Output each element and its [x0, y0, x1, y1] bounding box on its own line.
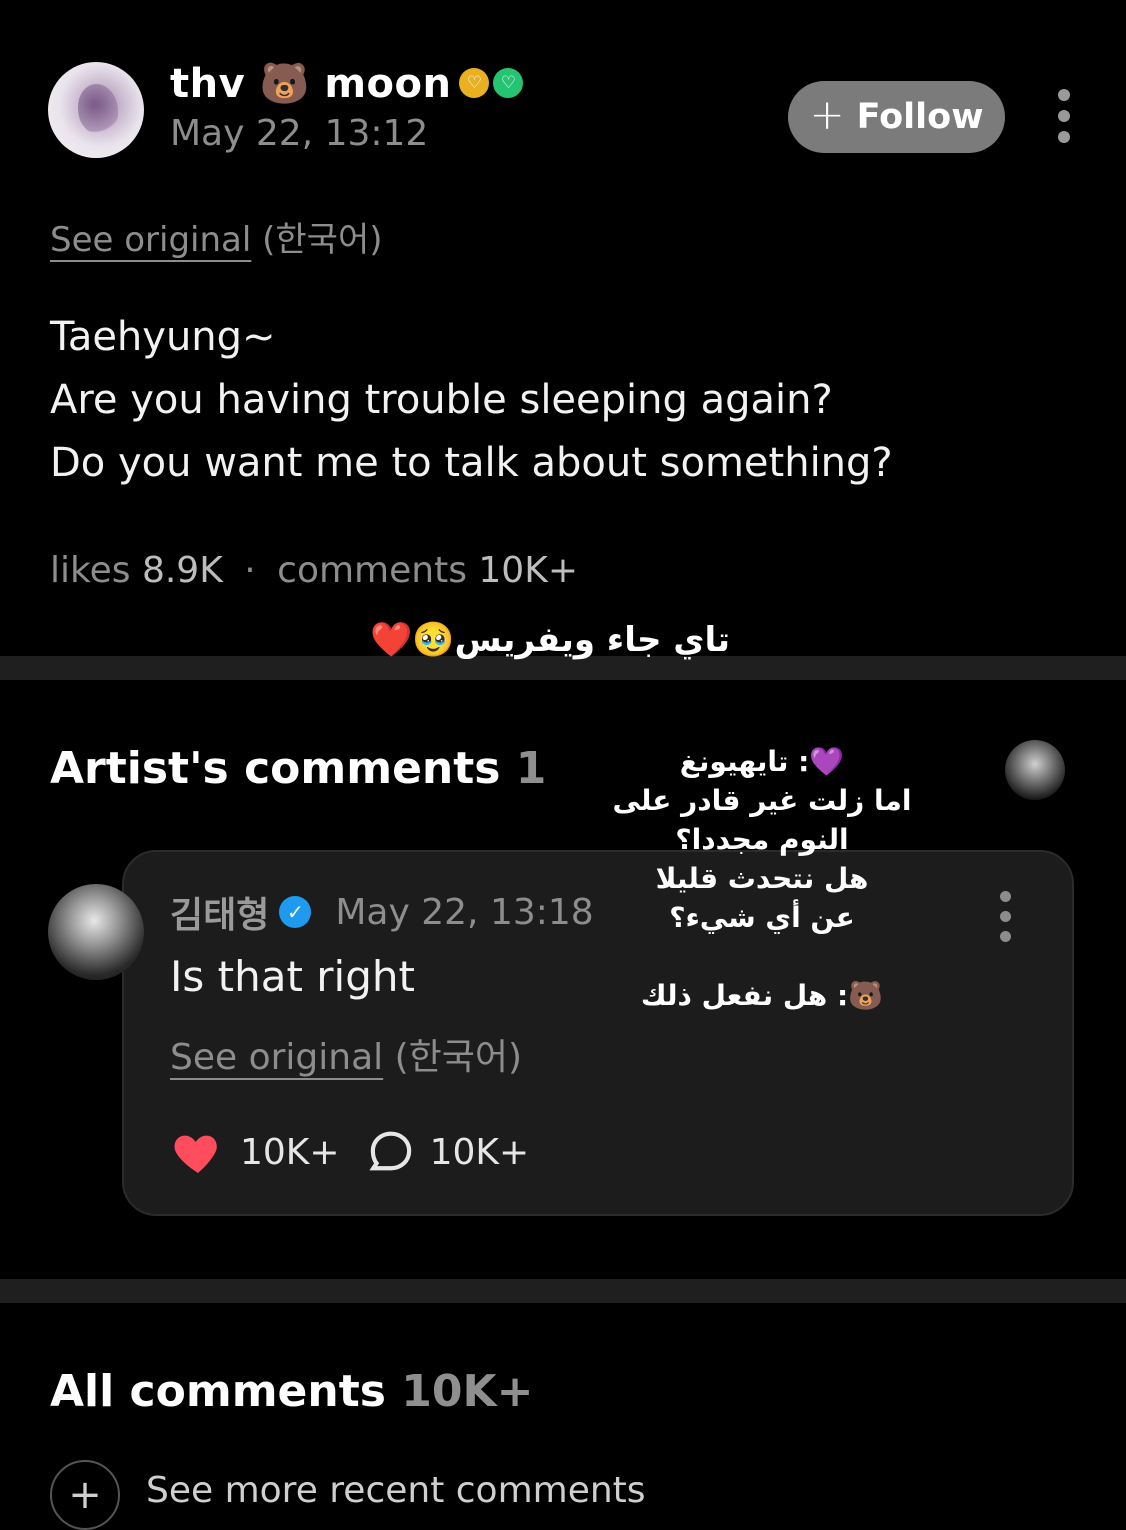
overlay-line [612, 937, 912, 976]
arabic-translation-overlay: 💜: تايهيونغ اما زلت غير قادر على النوم م… [612, 742, 912, 1015]
likes-count[interactable]: 8.9K [142, 550, 223, 591]
comment-actions: 10K+ 10K+ [170, 1124, 555, 1180]
post-author-row: thv 🐻 moon ♡ ♡ [170, 56, 526, 110]
gold-membership-badge-icon: ♡ [459, 68, 490, 98]
original-language: (한국어) [262, 220, 383, 260]
section-divider [0, 1279, 1126, 1303]
comments-label: comments [277, 550, 467, 591]
comment-see-original: See original (한국어) [170, 1028, 522, 1080]
comments-count[interactable]: 10K+ [478, 550, 578, 591]
comment-more-options-icon[interactable] [1000, 891, 1011, 942]
comment-header: 김태형 ✓ May 22, 13:18 [170, 886, 594, 938]
post-see-original: See original (한국어) [50, 212, 383, 261]
overlay-line: 💜: تايهيونغ [679, 745, 845, 778]
overlay-line: اما زلت غير قادر على [612, 784, 912, 817]
post-body: Taehyung~ Are you having trouble sleepin… [50, 306, 893, 495]
comment-reply-count: 10K+ [429, 1131, 530, 1173]
see-original-link[interactable]: See original [50, 220, 251, 260]
follow-button[interactable]: + Follow [788, 81, 1005, 153]
post-body-line: Do you want me to talk about something? [50, 440, 893, 486]
see-more-comments-link[interactable]: See more recent comments [146, 1470, 646, 1511]
artist-comments-count: 1 [515, 743, 547, 794]
verified-check-icon: ✓ [279, 896, 312, 928]
comment-like-count: 10K+ [240, 1131, 340, 1173]
all-comments-title: All comments 10K+ [50, 1366, 533, 1417]
comment-author-name[interactable]: 김태형 [170, 886, 269, 938]
all-comments-count: 10K+ [401, 1366, 534, 1417]
follow-button-label: Follow [856, 97, 984, 137]
likes-label: likes [50, 550, 131, 591]
post-body-line: Taehyung~ [50, 314, 276, 360]
overlay-line: عن أي شيء؟ [669, 901, 855, 934]
overlay-line: هل نتحدث قليلا [655, 862, 869, 895]
post-date: May 22, 13:12 [170, 113, 429, 154]
see-more-plus-icon[interactable]: + [50, 1460, 120, 1530]
all-comments-label: All comments [50, 1366, 386, 1417]
post-author-avatar[interactable] [48, 62, 144, 158]
artist-avatar-shortcut[interactable] [1005, 740, 1065, 800]
overlay-line: 🐻: هل نفعل ذلك [640, 979, 884, 1012]
post-author-name[interactable]: thv 🐻 moon [170, 60, 451, 107]
overlay-line: النوم مجددا؟ [675, 823, 849, 856]
see-original-link[interactable]: See original [170, 1037, 383, 1078]
original-language: (한국어) [394, 1037, 523, 1078]
post-more-options-icon[interactable] [1058, 89, 1070, 143]
separator-dot: · [244, 550, 256, 591]
plus-icon: + [809, 90, 845, 139]
comment-text: Is that right [170, 952, 415, 1001]
comment-author-avatar[interactable] [48, 884, 144, 980]
artist-comments-title: Artist's comments 1 [50, 743, 546, 794]
overlay-caption: تاي جاء ويفريس🥹❤️ [369, 620, 730, 660]
artist-comments-label: Artist's comments [50, 743, 501, 794]
post-stats: likes 8.9K · comments 10K+ [50, 550, 578, 591]
heart-icon[interactable] [170, 1124, 226, 1180]
post-body-line: Are you having trouble sleeping again? [50, 377, 833, 423]
green-membership-badge-icon: ♡ [491, 66, 526, 100]
comment-date: May 22, 13:18 [335, 891, 594, 933]
reply-bubble-icon[interactable] [366, 1127, 416, 1177]
